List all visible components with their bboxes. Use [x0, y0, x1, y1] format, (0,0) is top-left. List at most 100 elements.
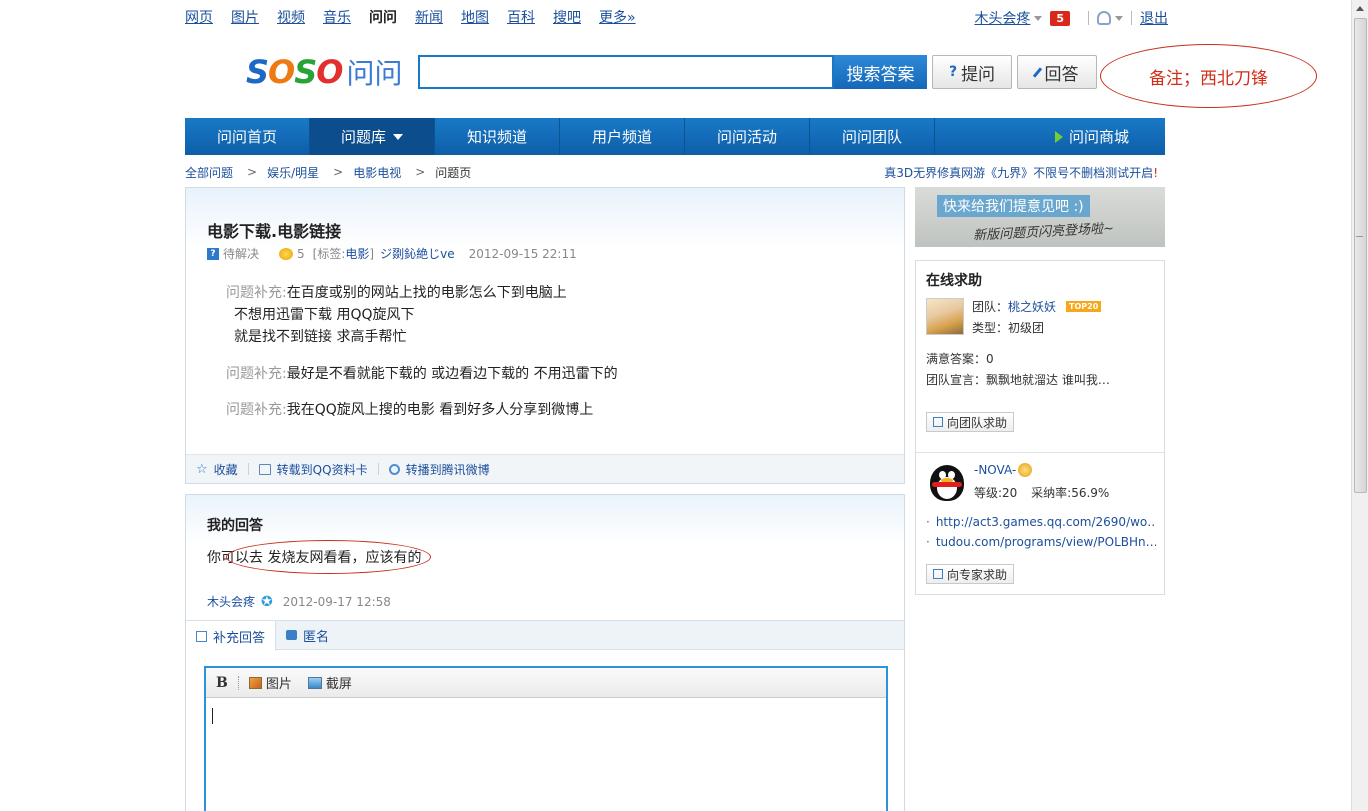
share-qq-card-button[interactable]: 转载到QQ资料卡: [258, 461, 368, 478]
team-name-link[interactable]: 桃之妖妖: [1008, 298, 1056, 315]
tag-close: ]: [369, 246, 375, 261]
star-icon: ☆: [196, 461, 208, 477]
share-weibo-button[interactable]: 转播到腾讯微博: [388, 461, 490, 478]
answer-button[interactable]: 回答: [1017, 55, 1097, 89]
medal-icon: ✪: [261, 593, 273, 610]
text-cursor: [212, 708, 213, 724]
tab-supplement-answer[interactable]: 补充回答: [186, 621, 277, 651]
share-weibo-label: 转播到腾讯微博: [405, 462, 490, 477]
user-icon[interactable]: [1097, 11, 1111, 25]
image-icon: [248, 676, 262, 689]
tag-link[interactable]: 电影: [345, 245, 369, 262]
expert-link[interactable]: · http://act3.games.qq.com/2690/wo…: [926, 515, 1156, 529]
scrollbar-thumb[interactable]: [1354, 18, 1367, 493]
nav-item-label: 问题库: [340, 128, 386, 146]
qq-penguin-avatar[interactable]: [926, 461, 968, 503]
nav-item-mall[interactable]: 问问商城: [1055, 118, 1165, 155]
question-time: 2012-09-15 22:11: [468, 246, 577, 261]
insert-image-label: 图片: [265, 677, 292, 692]
team-avatar[interactable]: [926, 298, 964, 335]
question-title: 电影下载.电影链接: [207, 222, 342, 241]
topnav-link-map[interactable]: 地图: [461, 8, 489, 28]
answer-user[interactable]: 木头会疼: [207, 593, 255, 610]
supplement-line: 就是找不到链接 求高手帮忙: [234, 329, 407, 345]
edit-icon: [196, 630, 207, 642]
nav-item-question-library[interactable]: 问题库: [310, 118, 435, 155]
vertical-scrollbar[interactable]: [1351, 0, 1368, 811]
screenshot-button[interactable]: 截屏: [307, 673, 352, 692]
breadcrumb-entertainment[interactable]: 娱乐/明星: [267, 164, 319, 181]
promo-text: 真3D无界修真网游《九界》不限号不删档测试开启: [884, 166, 1154, 180]
question-supplement: 问题补充:最好是不看就能下载的 或边看边下载的 不用迅雷下的: [226, 363, 618, 385]
top-nav: 网页 图片 视频 音乐 问问 新闻 地图 百科 搜吧 更多»: [185, 8, 654, 28]
screenshot-label: 截屏: [325, 677, 352, 692]
arrow-right-icon: [1055, 130, 1063, 143]
supplement-line: 不想用迅雷下载 用QQ旋风下: [234, 307, 415, 323]
nav-item-knowledge[interactable]: 知识频道: [435, 118, 560, 155]
tab-anonymous[interactable]: 匿名: [276, 621, 339, 649]
logout-link[interactable]: 退出: [1140, 8, 1168, 28]
level-label: 等级:: [974, 486, 1003, 500]
topnav-link-baike[interactable]: 百科: [507, 8, 535, 28]
divider: [916, 452, 1164, 453]
feedback-banner[interactable]: 快来给我们提意见吧 :) 新版问题页闪亮登场啦~: [915, 187, 1165, 247]
scroll-up-icon[interactable]: [1356, 6, 1364, 11]
user-bar: 木头会疼 5 退出: [974, 8, 1168, 28]
promo-link[interactable]: 真3D无界修真网游《九界》不限号不删档测试开启!: [884, 164, 1158, 181]
tab-label: 补充回答: [213, 630, 266, 646]
logo-soso-text: SOSO: [246, 53, 344, 91]
expert-link-text: http://act3.games.qq.com/2690/wo…: [935, 515, 1156, 529]
insert-image-button[interactable]: 图片: [248, 673, 292, 692]
my-answer-title: 我的回答: [207, 518, 263, 534]
question-author[interactable]: ジ剟鈊絶じve: [380, 245, 455, 262]
divider: [377, 463, 379, 475]
breadcrumb-all[interactable]: 全部问题: [185, 164, 233, 181]
favorite-label: 收藏: [213, 462, 238, 477]
promo-exclaim: !: [1153, 166, 1158, 180]
nav-item-users[interactable]: 用户频道: [560, 118, 685, 155]
chevron-down-icon[interactable]: [1034, 15, 1043, 21]
message-count-badge[interactable]: 5: [1050, 10, 1070, 26]
ask-team-button[interactable]: 向团队求助: [926, 412, 1015, 432]
nav-item-home[interactable]: 问问首页: [185, 118, 310, 155]
divider: [1088, 11, 1089, 25]
topnav-link-images[interactable]: 图片: [231, 8, 259, 28]
nav-item-team[interactable]: 问问团队: [810, 118, 935, 155]
question-reward: 5: [297, 246, 305, 261]
question-supplement: 问题补充:在百度或别的网站上找的电影怎么下到电脑上 不想用迅雷下载 用QQ旋风下…: [226, 282, 567, 348]
nav-item-activities[interactable]: 问问活动: [685, 118, 810, 155]
pending-icon: ?: [207, 247, 219, 260]
topnav-link-web[interactable]: 网页: [185, 8, 213, 28]
bold-button[interactable]: B: [216, 675, 228, 691]
topnav-link-music[interactable]: 音乐: [323, 8, 351, 28]
username-link[interactable]: 木头会疼: [974, 8, 1030, 28]
team-name-line: 团队： 桃之妖妖 TOP20: [972, 298, 1102, 315]
grip-icon: [1356, 236, 1363, 237]
favorite-button[interactable]: ☆ 收藏: [196, 461, 238, 478]
search-input[interactable]: [418, 55, 834, 89]
question-meta: ? 待解决 5 [标签: 电影 ] ジ剟鈊絶じve 2012-09-15 22:…: [207, 245, 577, 262]
coin-icon: [279, 247, 294, 260]
main-nav: 问问首页 问题库 知识频道 用户频道 问问活动 问问团队 问问商城: [185, 118, 1165, 155]
soso-logo[interactable]: SOSO 问问: [246, 53, 403, 91]
topnav-link-more[interactable]: 更多»: [599, 8, 636, 28]
ask-team-label: 向团队求助: [947, 415, 1008, 430]
expert-name[interactable]: -NOVA-: [974, 463, 1033, 477]
ask-button[interactable]: ? 提问: [932, 55, 1012, 89]
topnav-link-video[interactable]: 视频: [277, 8, 305, 28]
ask-button-label: 提问: [961, 64, 996, 85]
topnav-link-wenwen[interactable]: 问问: [369, 8, 397, 28]
chevron-down-icon[interactable]: [1115, 15, 1123, 21]
breadcrumb-separator: >: [247, 165, 258, 179]
topnav-link-souba[interactable]: 搜吧: [553, 8, 581, 28]
breadcrumb: 全部问题 > 娱乐/明星 > 电影电视 > 问题页: [185, 164, 471, 180]
supplement-label: 问题补充:: [226, 402, 287, 418]
ask-expert-button[interactable]: 向专家求助: [926, 564, 1015, 584]
breadcrumb-movies[interactable]: 电影电视: [353, 164, 401, 181]
editor-textarea[interactable]: [206, 699, 886, 811]
topnav-link-news[interactable]: 新闻: [415, 8, 443, 28]
search-answer-button[interactable]: 搜索答案: [834, 55, 927, 89]
answer-button-label: 回答: [1044, 64, 1079, 85]
chevron-down-icon: [393, 133, 403, 140]
expert-link[interactable]: · tudou.com/programs/view/POLBHn…: [926, 535, 1156, 549]
